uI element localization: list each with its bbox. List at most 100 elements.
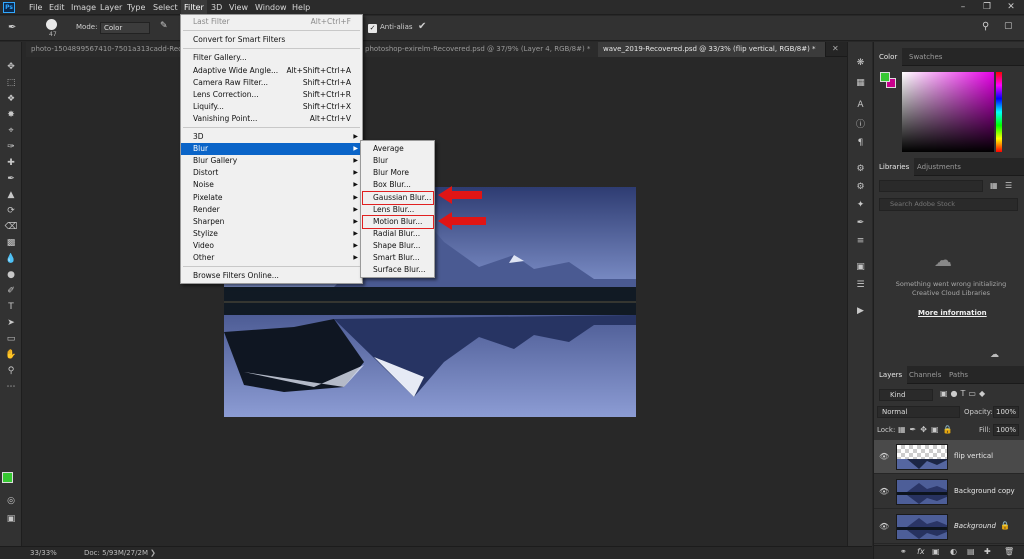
menu-item-sharpen[interactable]: Sharpen ▶ [181, 216, 362, 228]
menu-item-browse-filters[interactable]: Browse Filters Online... [181, 270, 362, 282]
shape-tool-icon[interactable]: ▭ [3, 332, 19, 346]
layer-row[interactable]: 👁 Background 🔒 [874, 510, 1024, 544]
healing-tool-icon[interactable]: ✚ [3, 156, 19, 170]
list-view-icon[interactable]: ☰ [1005, 181, 1012, 190]
tab-photo[interactable]: photo-1504899567410-7501a313cadd-Recover… [26, 42, 188, 57]
submenu-item-shape-blur[interactable]: Shape Blur... [361, 240, 434, 252]
artboards-icon[interactable]: ▣ [853, 260, 868, 274]
menu-window[interactable]: Window [252, 0, 290, 15]
tab-paths[interactable]: Paths [944, 366, 973, 384]
more-information-link[interactable]: More information [918, 309, 987, 317]
histogram-icon[interactable]: ▦ [853, 76, 868, 90]
type-tool-icon[interactable]: T [3, 300, 19, 314]
eraser-tool-icon[interactable]: ⌫ [3, 220, 19, 234]
blur-tool-icon[interactable]: 💧 [3, 252, 19, 266]
menu-item-vanishing-point[interactable]: Vanishing Point... Alt+Ctrl+V [181, 113, 362, 125]
submenu-item-average[interactable]: Average [361, 143, 434, 155]
lasso-tool-icon[interactable]: ❖ [3, 92, 19, 106]
layer-filter-icons[interactable]: ▣●T▭◆ [940, 389, 988, 398]
path-select-tool-icon[interactable]: ➤ [3, 316, 19, 330]
more-tools-icon[interactable]: ⋯ [3, 380, 19, 394]
submenu-item-blur[interactable]: Blur [361, 155, 434, 167]
brush-tool-icon[interactable]: ✒ [3, 172, 19, 186]
properties-icon[interactable]: ⚙ [853, 162, 868, 176]
menu-item-camera-raw[interactable]: Camera Raw Filter... Shift+Ctrl+A [181, 77, 362, 89]
submenu-item-radial-blur[interactable]: Radial Blur... [361, 228, 434, 240]
submenu-item-surface-blur[interactable]: Surface Blur... [361, 264, 434, 276]
sliders-icon[interactable]: ≡ [853, 234, 868, 248]
move-tool-icon[interactable]: ✥ [3, 60, 19, 74]
close-button[interactable]: ✕ [1000, 0, 1022, 15]
tab-adjustments[interactable]: Adjustments [912, 158, 966, 176]
new-layer-icon[interactable]: ✚ [984, 547, 991, 556]
actions-play-icon[interactable]: ▶ [853, 304, 868, 318]
fill-input[interactable]: 100% [993, 424, 1019, 436]
menu-item-adaptive-wide-angle[interactable]: Adaptive Wide Angle... Alt+Shift+Ctrl+A [181, 65, 362, 77]
crop-tool-icon[interactable]: ⌖ [3, 124, 19, 138]
blend-mode-select[interactable]: Normal [877, 406, 960, 418]
link-layers-icon[interactable]: ⚭ [900, 547, 907, 556]
tab-channels[interactable]: Channels [904, 366, 946, 384]
mode-select[interactable]: Color [100, 22, 150, 34]
menu-item-convert-smart-filters[interactable]: Convert for Smart Filters [181, 34, 362, 46]
tab-libraries[interactable]: Libraries [874, 158, 915, 176]
zoom-level[interactable]: 33/33% [30, 547, 57, 559]
adjustment-layer-icon[interactable]: ◐ [950, 547, 957, 556]
menu-edit[interactable]: Edit [46, 0, 68, 15]
pen-tool-icon[interactable]: ✐ [3, 284, 19, 298]
hue-slider[interactable] [996, 72, 1002, 152]
submenu-item-smart-blur[interactable]: Smart Blur... [361, 252, 434, 264]
hand-tool-icon[interactable]: ✋ [3, 348, 19, 362]
menu-3d[interactable]: 3D [208, 0, 225, 15]
restore-button[interactable]: ❐ [976, 0, 998, 15]
layer-row[interactable]: 👁 Background copy [874, 475, 1024, 509]
submenu-item-box-blur[interactable]: Box Blur... [361, 179, 434, 191]
brushes-icon[interactable]: ✒ [853, 216, 868, 230]
color-picker-field[interactable] [902, 72, 994, 152]
styles-icon[interactable]: ✦ [853, 198, 868, 212]
menu-view[interactable]: View [226, 0, 251, 15]
menu-item-3d[interactable]: 3D ▶ [181, 131, 362, 143]
layer-row[interactable]: 👁 flip vertical [874, 440, 1024, 474]
character-icon[interactable]: A [853, 98, 868, 112]
navigator-icon[interactable]: ❋ [853, 56, 868, 70]
group-folder-icon[interactable]: ▤ [967, 547, 975, 556]
pressure-icon[interactable]: ✔ [418, 21, 426, 32]
marquee-tool-icon[interactable]: ⬚ [3, 76, 19, 90]
visibility-eye-icon[interactable]: 👁 [879, 452, 889, 461]
notes-icon[interactable]: ☰ [853, 278, 868, 292]
history-brush-icon[interactable]: ⟳ [3, 204, 19, 218]
brush-tool-icon[interactable]: ✒ [8, 22, 22, 35]
trash-icon[interactable]: 🗑 [1004, 547, 1014, 556]
fg-color-swatch[interactable] [880, 72, 890, 82]
fx-icon[interactable]: fx [917, 547, 925, 556]
submenu-item-blur-more[interactable]: Blur More [361, 167, 434, 179]
tab-color[interactable]: Color [874, 48, 903, 66]
menu-item-other[interactable]: Other ▶ [181, 252, 362, 264]
tab-close-icon[interactable]: ✕ [832, 44, 839, 53]
info-icon[interactable]: ⓘ [853, 118, 868, 132]
menu-image[interactable]: Image [68, 0, 99, 15]
menu-type[interactable]: Type [124, 0, 148, 15]
menu-file[interactable]: File [26, 0, 45, 15]
quick-select-tool-icon[interactable]: ✸ [3, 108, 19, 122]
menu-item-filter-gallery[interactable]: Filter Gallery... [181, 52, 362, 64]
menu-help[interactable]: Help [289, 0, 313, 15]
library-select[interactable] [879, 180, 983, 192]
menu-item-distort[interactable]: Distort ▶ [181, 167, 362, 179]
menu-item-noise[interactable]: Noise ▶ [181, 179, 362, 191]
menu-item-lens-correction[interactable]: Lens Correction... Shift+Ctrl+R [181, 89, 362, 101]
menu-layer[interactable]: Layer [97, 0, 125, 15]
menu-item-video[interactable]: Video ▶ [181, 240, 362, 252]
tab-wave[interactable]: wave_2019-Recovered.psd @ 33/3% (flip ve… [598, 42, 826, 57]
visibility-eye-icon[interactable]: 👁 [879, 522, 889, 531]
quick-mask-icon[interactable]: ◎ [3, 494, 19, 508]
grid-view-icon[interactable]: ▦ [990, 181, 998, 190]
menu-item-last-filter[interactable]: Last Filter Alt+Ctrl+F [181, 16, 362, 28]
layer-name[interactable]: flip vertical [954, 452, 993, 460]
zoom-tool-icon[interactable]: ⚲ [3, 364, 19, 378]
paragraph-icon[interactable]: ¶ [853, 136, 868, 150]
lock-icons[interactable]: ▦✒✥▣🔒 [898, 425, 956, 434]
tab-layers[interactable]: Layers [874, 366, 908, 384]
antialias-checkbox[interactable]: ✓ [368, 24, 377, 33]
